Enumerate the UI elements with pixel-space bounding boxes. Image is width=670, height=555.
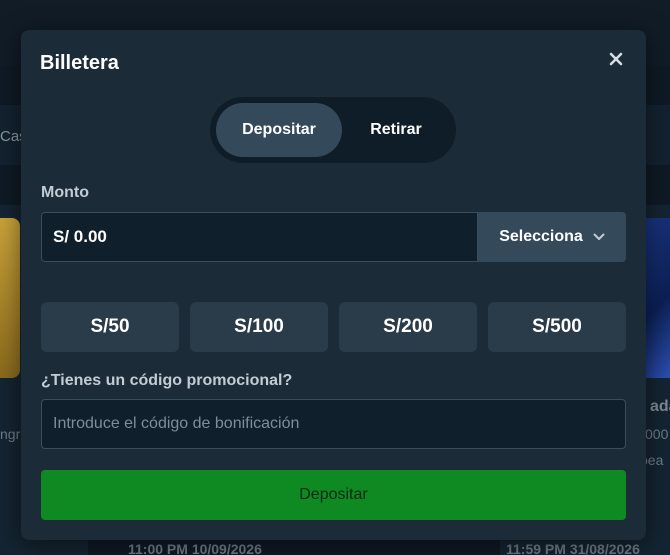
quick-amount-500-button[interactable]: S/500	[488, 302, 626, 352]
currency-select-label: Selecciona	[499, 228, 583, 245]
background-date-left: 11:00 PM 10/09/2026	[128, 541, 262, 555]
background-card-right-line1: 000	[645, 426, 669, 442]
modal-title: Billetera	[40, 52, 119, 74]
quick-amount-50-button[interactable]: S/50	[41, 302, 179, 352]
deposit-submit-button[interactable]: Depositar	[41, 470, 626, 520]
chevron-down-icon	[593, 228, 605, 246]
background-card-left-text: ngr	[0, 426, 21, 442]
currency-select[interactable]: Selecciona	[478, 212, 626, 262]
promo-code-label: ¿Tienes un código promocional?	[41, 372, 293, 389]
amount-row: S/ 0.00 Selecciona	[41, 212, 626, 262]
amount-input[interactable]: S/ 0.00	[41, 212, 478, 262]
quick-amount-100-button[interactable]: S/100	[190, 302, 328, 352]
quick-amount-200-button[interactable]: S/200	[339, 302, 477, 352]
background-date-right: 11:59 PM 31/08/2026	[506, 541, 640, 555]
tab-deposit[interactable]: Depositar	[216, 103, 342, 157]
background-card-right-title: ada	[650, 398, 670, 415]
wallet-modal: Billetera Depositar Retirar Monto S/ 0.0…	[21, 30, 646, 540]
tab-withdraw[interactable]: Retirar	[342, 103, 450, 157]
promo-code-input[interactable]: Introduce el código de bonificación	[41, 399, 626, 449]
close-button[interactable]	[605, 50, 627, 72]
deposit-withdraw-tabs: Depositar Retirar	[210, 97, 456, 163]
close-icon	[609, 52, 623, 71]
background-card-left-image	[0, 218, 20, 378]
amount-label: Monto	[41, 184, 89, 201]
quick-amounts: S/50 S/100 S/200 S/500	[41, 302, 626, 352]
